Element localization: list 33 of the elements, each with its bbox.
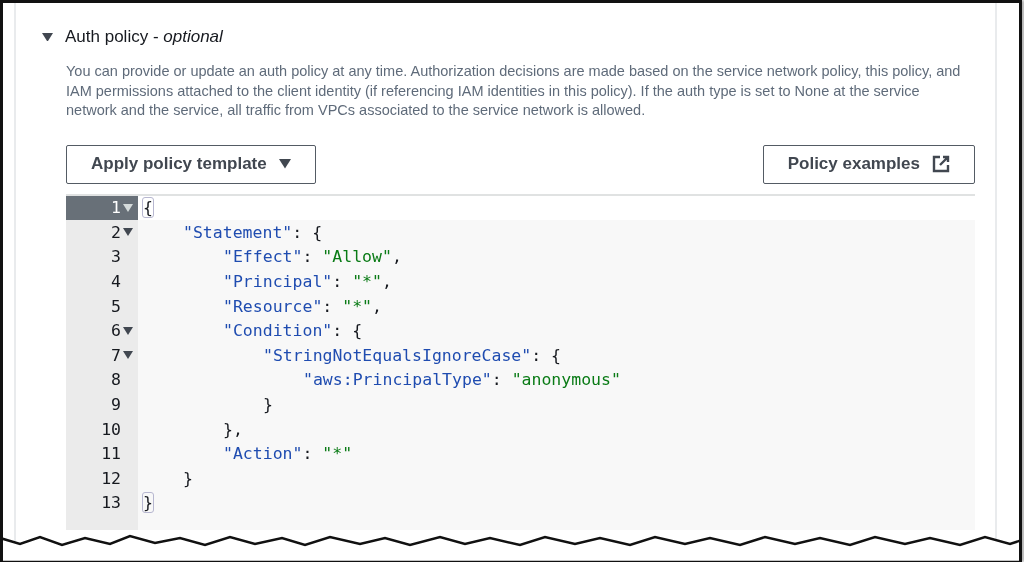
line-number: 10 — [101, 419, 121, 439]
section-description: You can provide or update an auth policy at any time. Authorization decisions are made based on the service network policy, this policy, and IAM permissions attached to the client identity (if referencing IAM identities in this policy). If the auth type is set to None at the service network and the service, all traffic from VPCs associated to the service network is allowed. — [66, 62, 961, 120]
code-line: }, — [222, 419, 243, 439]
line-number: 8 — [111, 370, 121, 390]
line-number: 9 — [111, 395, 121, 415]
line-number: 12 — [101, 468, 121, 488]
section-title: Auth policy - optional — [65, 27, 223, 47]
code-line: } — [262, 395, 273, 415]
code-line: "aws:PrincipalType": "anonymous" — [302, 370, 621, 390]
code-line: "StringNotEqualsIgnoreCase": { — [262, 345, 562, 365]
code-line: } — [182, 468, 193, 488]
code-line: } — [142, 493, 153, 513]
code-line: "Resource": "*", — [222, 296, 382, 316]
code-editor[interactable] — [66, 193, 975, 530]
line-number: 4 — [111, 272, 121, 292]
line-number: 7 — [111, 345, 121, 365]
line-number: 5 — [111, 296, 121, 316]
caret-down-icon — [278, 159, 291, 169]
line-number: 13 — [101, 493, 121, 513]
line-number: 11 — [101, 444, 121, 464]
code-line: { — [142, 198, 153, 218]
code-line: "Principal": "*", — [222, 272, 392, 292]
code-line: "Statement": { — [182, 222, 323, 242]
template-dropdown-button[interactable]: Apply policy template — [66, 144, 316, 184]
external-link-icon — [932, 155, 950, 173]
line-number: 3 — [111, 247, 121, 267]
code-line: "Action": "*" — [222, 444, 353, 464]
line-number: 2 — [111, 222, 121, 242]
line-number: 1 — [111, 198, 121, 218]
code-line: "Condition": { — [222, 321, 363, 341]
examples-link-button[interactable]: Policy examples — [762, 144, 975, 184]
line-number: 6 — [111, 321, 121, 341]
code-line: "Effect": "Allow", — [222, 247, 402, 267]
